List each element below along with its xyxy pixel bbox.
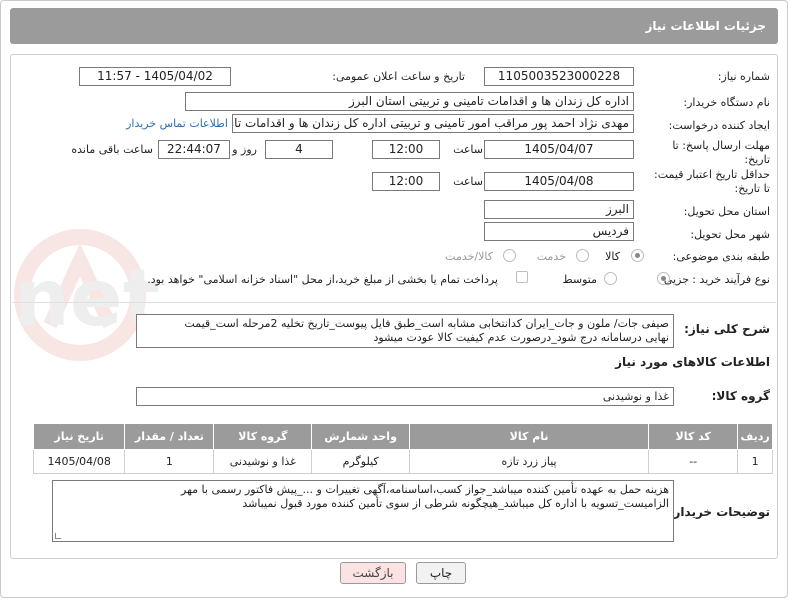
deadline-date-field: 1405/04/07 [484,140,634,159]
creator-field: مهدی نژاد احمد پور مراقب امور تامینی و ت… [232,114,634,133]
col-code: کد کالا [648,423,739,450]
back-button[interactable]: بازگشت [340,562,406,584]
price-validity-label-line2: تا تاریخ: [734,182,770,195]
print-button[interactable]: چاپ [416,562,466,584]
category-label: طبقه بندی موضوعی: [672,250,770,263]
category-radio-goods[interactable] [631,249,644,262]
cell-row: 1 [737,449,773,474]
deadline-time-field: 12:00 [372,140,440,159]
cell-group: غذا و نوشیدنی [213,449,313,474]
process-option-minor: جزیی [663,273,689,286]
col-unit: واحد شمارش [311,423,411,450]
announce-field: 1405/04/02 - 11:57 [79,67,231,86]
goods-info-title: اطلاعات کالاهای مورد نیاز [615,355,770,369]
category-radio-goods-service[interactable] [503,249,516,262]
province-field: البرز [484,200,634,219]
province-label: استان محل تحویل: [683,205,770,218]
need-number-field: 1105003523000228 [484,67,634,86]
page-title: جزئیات اطلاعات نیاز [645,19,766,33]
cell-code: -- [648,449,739,474]
announce-label: تاریخ و ساعت اعلان عمومی: [332,70,465,83]
need-number-label: شماره نیاز: [717,70,770,83]
process-radio-medium[interactable] [604,272,617,285]
page-header: جزئیات اطلاعات نیاز [10,8,778,44]
deadline-label-line2: تاریخ: [744,153,770,166]
remaining-time-field: 22:44:07 [158,140,230,159]
deadline-label-line1: مهلت ارسال پاسخ: تا [672,139,770,152]
buyer-notes-label: توضیحات خریدار: [668,505,770,519]
treasury-payment-text: پرداخت تمام یا بخشی از مبلغ خرید،از محل … [147,273,498,286]
goods-group-field: غذا و نوشیدنی [136,387,674,406]
description-line1: صیفی جات/ ملون و جات_ایران کدانتخابی مشا… [184,317,669,330]
category-radio-service[interactable] [576,249,589,262]
table-row: 1 -- پیاز زرد تازه کیلوگرم غذا و نوشیدنی… [32,449,773,474]
resize-grip-icon[interactable] [55,533,61,539]
price-validity-time-field: 12:00 [372,172,440,191]
buyer-label: نام دستگاه خریدار: [683,96,770,109]
process-option-medium: متوسط [562,273,597,286]
col-name: نام کالا [409,423,650,450]
deadline-days-field: 4 [265,140,333,159]
process-label: نوع فرآیند خرید : [692,273,770,286]
buyer-contact-link[interactable]: اطلاعات تماس خریدار [126,117,228,130]
description-label: شرح کلی نیاز: [684,322,770,336]
goods-group-label: گروه کالا: [711,389,770,403]
city-label: شهر محل تحویل: [690,228,770,241]
col-group: گروه کالا [213,423,313,450]
cell-date: 1405/04/08 [32,449,126,474]
items-table: ردیف کد کالا نام کالا واحد شمارش گروه کا… [32,423,773,474]
col-row: ردیف [737,423,773,450]
items-table-header: ردیف کد کالا نام کالا واحد شمارش گروه کا… [32,423,773,450]
deadline-time-label: ساعت [453,143,483,156]
description-line2: نهایی درسامانه درج شود_درصورت عدم کیفیت … [373,331,669,344]
cell-unit: کیلوگرم [311,449,411,474]
section-divider [12,302,776,303]
category-option-goods: کالا [605,250,620,263]
treasury-payment-checkbox[interactable] [516,271,528,283]
price-validity-label-line1: حداقل تاریخ اعتبار قیمت: [654,168,770,181]
category-option-service: خدمت [536,250,566,263]
city-field: فردیس [484,222,634,241]
col-date: تاریخ نیاز [32,423,126,450]
description-textarea: صیفی جات/ ملون و جات_ایران کدانتخابی مشا… [136,314,674,348]
col-quantity: تعداد / مقدار [124,423,215,450]
remaining-time-label: ساعت باقی مانده [71,143,153,156]
creator-label: ایجاد کننده درخواست: [668,119,770,132]
buyer-field: اداره کل زندان ها و اقدامات تامینی و ترب… [185,92,634,111]
deadline-days-label: روز و [232,143,257,156]
buyer-notes-line1: هزینه حمل به عهده تأمین کننده میباشد_جوا… [181,483,669,496]
buyer-notes-line2: الزامیست_تسویه با اداره کل میباشد_هیچگون… [242,497,669,510]
buyer-notes-textarea: هزینه حمل به عهده تأمین کننده میباشد_جوا… [52,480,674,542]
price-validity-time-label: ساعت [453,175,483,188]
price-validity-date-field: 1405/04/08 [484,172,634,191]
cell-quantity: 1 [124,449,215,474]
cell-name: پیاز زرد تازه [409,449,650,474]
category-option-goods-service: کالا/خدمت [445,250,493,263]
